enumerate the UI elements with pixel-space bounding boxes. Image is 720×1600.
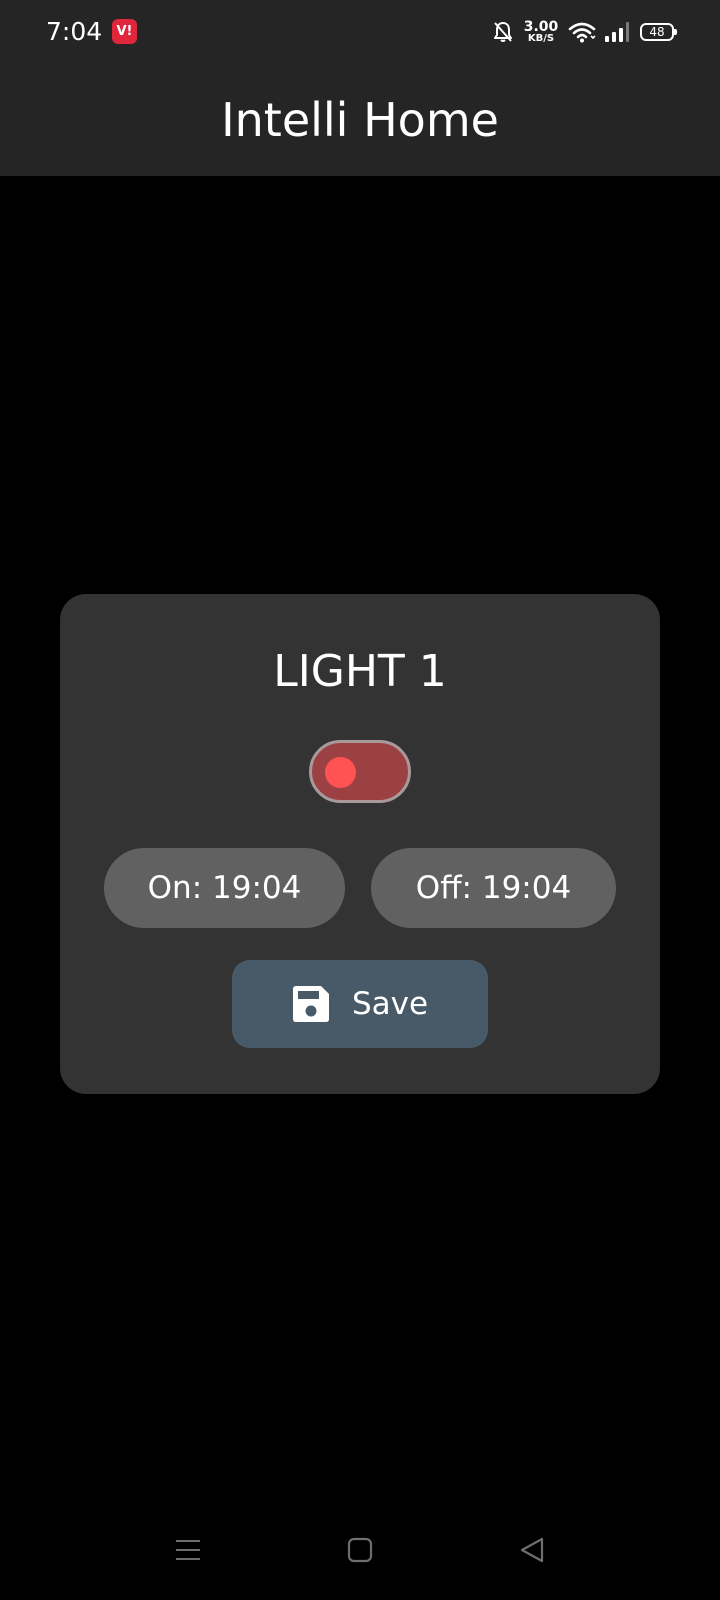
light-toggle-switch[interactable] <box>309 740 411 803</box>
device-name: LIGHT 1 <box>273 646 447 697</box>
menu-icon[interactable] <box>166 1528 210 1572</box>
device-card: LIGHT 1 On: 19:04 Off: 19:04 Save <box>60 594 660 1094</box>
battery-level: 48 <box>649 25 665 39</box>
back-triangle-icon[interactable] <box>510 1528 554 1572</box>
on-time-button[interactable]: On: 19:04 <box>104 848 345 928</box>
battery-icon: 48 <box>640 23 677 41</box>
save-label: Save <box>351 986 429 1022</box>
bell-off-icon <box>492 20 514 44</box>
status-icons: 3.00 KB/S 48 <box>492 16 677 48</box>
wifi-icon <box>568 21 596 43</box>
app-title: Intelli Home <box>221 93 499 147</box>
app-bar: Intelli Home <box>0 64 720 176</box>
home-square-icon[interactable] <box>338 1528 382 1572</box>
network-speed: 3.00 KB/S <box>522 20 560 44</box>
navigation-bar <box>0 1510 720 1600</box>
net-speed-unit: KB/S <box>527 33 555 44</box>
floppy-disk-icon <box>292 985 330 1023</box>
carrier-icon: V! <box>112 19 137 44</box>
status-bar: 7:04 V! 3.00 KB/S 48 <box>0 0 720 64</box>
save-button[interactable]: Save <box>232 960 488 1048</box>
signal-icon <box>604 21 630 43</box>
toggle-thumb <box>325 757 356 788</box>
status-time: 7:04 <box>46 17 103 46</box>
off-time-button[interactable]: Off: 19:04 <box>371 848 616 928</box>
net-speed-value: 3.00 <box>523 19 559 35</box>
